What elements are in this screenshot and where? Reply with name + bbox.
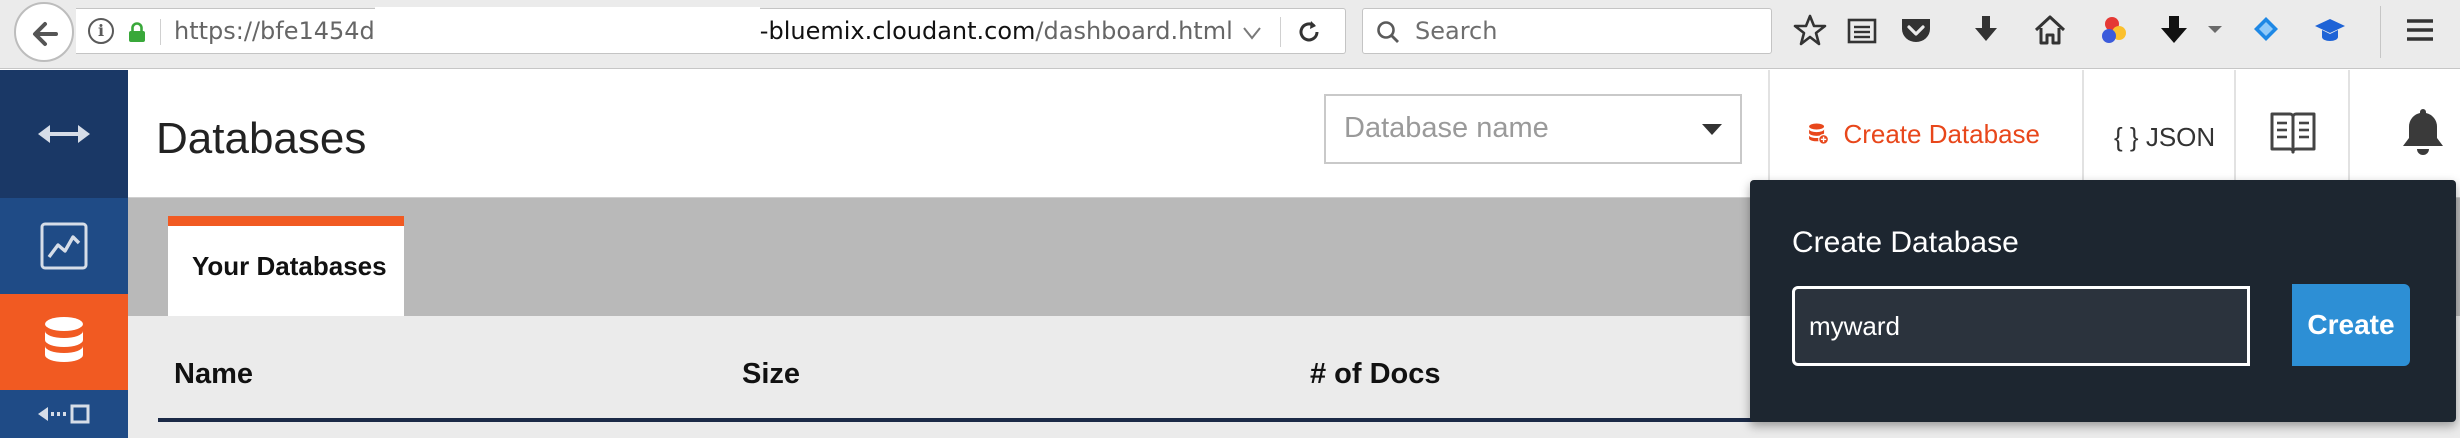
lock-icon[interactable] (126, 21, 148, 43)
url-separator (160, 19, 161, 45)
header-divider (2348, 70, 2350, 198)
column-header-name[interactable]: Name (174, 360, 253, 389)
json-button[interactable]: { } JSON (2114, 70, 2215, 198)
url-redacted-segment (374, 7, 760, 53)
database-name-placeholder: Database name (1344, 112, 1549, 144)
pocket-icon[interactable] (1898, 12, 1934, 48)
header-divider (2082, 70, 2084, 198)
browser-toolbar: i https://bfe1454d -bluemix.cloudant.com/… (0, 0, 2460, 69)
search-icon (1377, 21, 1399, 43)
download-icon[interactable] (1968, 12, 2004, 48)
toolbar-separator (2380, 6, 2381, 58)
tab-your-databases[interactable]: Your Databases (168, 216, 404, 316)
database-name-input[interactable] (1792, 286, 2250, 366)
url-separator (1280, 17, 1281, 47)
page-header: Databases Database name Create Database … (128, 70, 2460, 198)
activity-chart-icon (40, 222, 88, 270)
url-host: -bluemix.cloudant.com (759, 17, 1036, 45)
extension-icon[interactable] (2312, 12, 2348, 48)
tab-label: Your Databases (192, 251, 387, 281)
create-button[interactable]: Create (2292, 284, 2410, 366)
documentation-book-icon[interactable] (2268, 108, 2318, 158)
overflow-icon[interactable] (2204, 12, 2226, 48)
url-prefix: https://bfe1454d (174, 17, 375, 45)
back-arrow-icon (33, 22, 58, 46)
database-add-icon (1809, 123, 1829, 145)
popover-arrow (1906, 180, 1942, 198)
replication-icon (38, 404, 90, 424)
url-bar[interactable]: i https://bfe1454d -bluemix.cloudant.com/… (76, 7, 1346, 54)
extension-icon[interactable] (2248, 12, 2284, 48)
table-header-underline (158, 418, 1878, 422)
database-name-select[interactable]: Database name (1324, 94, 1742, 164)
popover-title: Create Database (1792, 226, 2019, 259)
browser-search-box[interactable]: Search (1362, 8, 1772, 54)
create-database-popover: Create Database Create (1750, 180, 2456, 422)
extension-icon[interactable] (2096, 12, 2132, 48)
reload-icon[interactable] (1294, 17, 1324, 47)
url-path: /dashboard.html (1035, 17, 1233, 45)
reading-list-icon[interactable] (1844, 12, 1880, 48)
sidebar-toggle[interactable] (0, 70, 128, 198)
bell-icon[interactable] (2398, 106, 2448, 158)
page-title: Databases (156, 114, 367, 163)
search-placeholder: Search (1415, 17, 1498, 45)
sidebar-item-databases[interactable] (0, 294, 128, 390)
url-dropdown-icon[interactable] (1239, 19, 1265, 45)
sidebar-item-monitoring[interactable] (0, 198, 128, 294)
column-header-size[interactable]: Size (742, 360, 800, 389)
menu-icon[interactable] (2402, 12, 2438, 48)
star-icon[interactable] (1792, 12, 1828, 48)
header-divider (2234, 70, 2236, 198)
download-arrow-icon[interactable] (2156, 12, 2192, 48)
create-database-label: Create Database (1843, 119, 2040, 149)
url-text[interactable]: https://bfe1454d -bluemix.cloudant.com/da… (174, 7, 1233, 53)
back-button[interactable] (14, 2, 74, 62)
sidebar-item-replication[interactable] (0, 390, 128, 438)
home-icon[interactable] (2032, 12, 2068, 48)
info-icon[interactable]: i (88, 18, 114, 44)
create-database-button[interactable]: Create Database (1768, 70, 2040, 198)
arrows-icon (38, 125, 90, 143)
database-icon (45, 317, 83, 362)
chevron-down-icon (1702, 124, 1722, 135)
column-header-doc-count[interactable]: # of Docs (1310, 360, 1441, 389)
app-sidebar (0, 70, 128, 438)
